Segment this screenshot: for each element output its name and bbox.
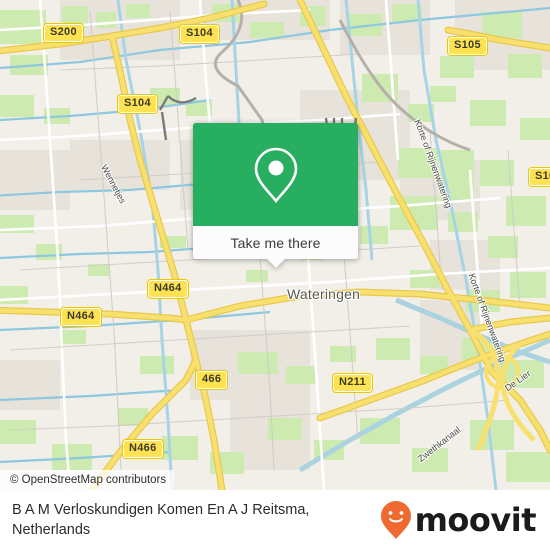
map-attribution[interactable]: © OpenStreetMap contributors bbox=[0, 470, 175, 490]
road-shield[interactable]: S200 bbox=[44, 24, 83, 42]
popup-marker-area bbox=[193, 123, 358, 226]
map-canvas[interactable]: S200 S104 S105 S104 S10 N464 N464 466 N2… bbox=[0, 0, 550, 490]
moovit-pin-smiley-icon bbox=[380, 501, 411, 539]
take-me-there-label: Take me there bbox=[230, 234, 321, 251]
place-label-wateringen: Wateringen bbox=[287, 286, 361, 302]
road-shield[interactable]: 466 bbox=[196, 371, 228, 389]
moovit-brand[interactable]: moovit bbox=[379, 500, 537, 540]
road-shield[interactable]: N466 bbox=[123, 440, 163, 458]
take-me-there-button[interactable]: Take me there bbox=[193, 226, 358, 259]
road-shield[interactable]: N211 bbox=[333, 374, 372, 392]
road-shield[interactable]: S104 bbox=[180, 25, 219, 43]
road-shield[interactable]: S105 bbox=[448, 37, 487, 55]
road-shield[interactable]: N464 bbox=[61, 308, 101, 326]
popup-pointer bbox=[266, 259, 285, 268]
road-shield[interactable]: N464 bbox=[148, 280, 188, 298]
place-title: B A M Verloskundigen Komen En A J Reitsm… bbox=[12, 502, 310, 538]
map-screenshot-page: S200 S104 S105 S104 S10 N464 N464 466 N2… bbox=[0, 0, 550, 550]
road-shield[interactable]: S10 bbox=[529, 168, 550, 186]
road-shield[interactable]: S104 bbox=[118, 95, 157, 113]
location-popup-card[interactable]: Take me there bbox=[193, 123, 358, 268]
map-pin-icon bbox=[254, 147, 297, 203]
footer-bar: B A M Verloskundigen Komen En A J Reitsm… bbox=[0, 490, 550, 550]
moovit-wordmark: moovit bbox=[414, 501, 537, 539]
